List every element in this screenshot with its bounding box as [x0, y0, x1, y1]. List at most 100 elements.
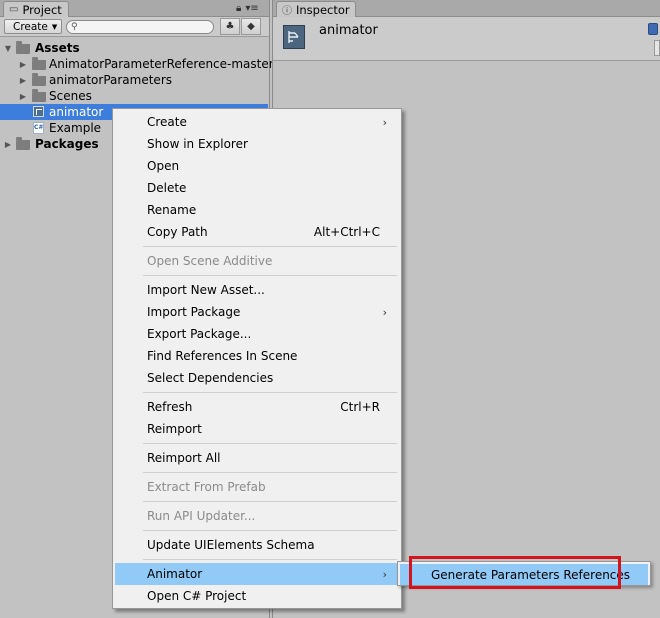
menu-item-label: Open Scene Additive — [147, 254, 273, 268]
menu-item-label: Copy Path — [147, 225, 208, 239]
tree-item-label: Packages — [35, 137, 99, 151]
menu-item-label: Import Package — [147, 305, 241, 319]
menu-item-label: Run API Updater... — [147, 509, 256, 523]
menu-item-label: Reimport — [147, 422, 202, 436]
foldout-collapsed-icon[interactable]: ▶ — [18, 76, 28, 85]
menu-item-animator[interactable]: Animator › — [115, 563, 399, 585]
filter-by-label-button[interactable]: ◆ — [241, 18, 261, 35]
menu-item-select-dependencies[interactable]: Select Dependencies — [115, 367, 399, 389]
foldout-collapsed-icon[interactable]: ▶ — [18, 92, 28, 101]
menu-item-label: Update UIElements Schema — [147, 538, 315, 552]
menu-item-update-uielements-schema[interactable]: Update UIElements Schema — [115, 534, 399, 556]
animator-controller-icon — [283, 25, 305, 49]
menu-item-open-csharp-project[interactable]: Open C# Project — [115, 585, 399, 607]
folder-icon — [16, 41, 30, 54]
menu-item-open-scene-additive: Open Scene Additive — [115, 250, 399, 272]
lock-icon[interactable]: 🔒︎ — [236, 3, 241, 14]
tab-menu-icon[interactable]: ▾≡ — [245, 3, 258, 14]
menu-separator — [143, 501, 397, 502]
tag-icon: ◆ — [247, 21, 255, 32]
shortcut-label: Ctrl+R — [340, 400, 380, 414]
shapes-icon: ♣ — [225, 21, 235, 32]
tree-item-label: animator — [49, 105, 104, 119]
menu-item-reimport[interactable]: Reimport — [115, 418, 399, 440]
tree-item-label: AnimatorParameterReference-master — [49, 57, 274, 71]
folder-icon — [32, 73, 46, 86]
tab-project[interactable]: ▭ Project — [3, 1, 69, 17]
info-icon: ⓘ — [282, 6, 292, 17]
menu-item-find-references[interactable]: Find References In Scene — [115, 345, 399, 367]
menu-item-create[interactable]: Create › — [115, 111, 399, 133]
filter-by-type-button[interactable]: ♣ — [220, 18, 240, 35]
search-input[interactable]: ⚲ — [66, 20, 214, 34]
menu-separator — [143, 246, 397, 247]
menu-item-label: Show in Explorer — [147, 137, 248, 151]
shortcut-label: Alt+Ctrl+C — [313, 225, 380, 239]
menu-item-label: Import New Asset... — [147, 283, 265, 297]
menu-separator — [143, 392, 397, 393]
foldout-expanded-icon[interactable]: ▼ — [3, 44, 13, 53]
menu-item-label: Select Dependencies — [147, 371, 274, 385]
foldout-collapsed-icon[interactable]: ▶ — [3, 140, 13, 149]
chevron-right-icon: › — [382, 115, 387, 129]
folder-icon: ▭ — [9, 4, 19, 15]
help-icon[interactable] — [648, 23, 658, 35]
menu-item-export-package[interactable]: Export Package... — [115, 323, 399, 345]
menu-item-label: Refresh — [147, 400, 193, 414]
menu-item-label: Export Package... — [147, 327, 252, 341]
chevron-right-icon: › — [382, 305, 387, 319]
menu-item-label: Open — [147, 159, 180, 173]
animator-controller-icon — [33, 106, 44, 117]
menu-item-label: Open C# Project — [147, 589, 247, 603]
menu-item-label: Extract From Prefab — [147, 480, 266, 494]
create-button-label: Create — [13, 20, 48, 33]
menu-item-import-package[interactable]: Import Package › — [115, 301, 399, 323]
menu-item-label: Animator — [147, 567, 203, 581]
menu-item-refresh[interactable]: Refresh Ctrl+R — [115, 396, 399, 418]
tab-tools: 🔒︎ ▾≡ — [236, 3, 259, 14]
context-menu: Create › Show in Explorer Open Delete Re… — [112, 108, 402, 609]
menu-item-label: Reimport All — [147, 451, 221, 465]
menu-separator — [143, 559, 397, 560]
tab-inspector[interactable]: ⓘ Inspector — [276, 1, 356, 17]
menu-item-label: Delete — [147, 181, 187, 195]
menu-separator — [143, 275, 397, 276]
tree-item-animatorparameters[interactable]: ▶ animatorParameters — [0, 72, 268, 88]
menu-item-label: Find References In Scene — [147, 349, 298, 363]
project-toolbar: Create ▼ ⚲ ♣ ◆ — [0, 17, 269, 37]
inspector-tab-strip: ⓘ Inspector — [273, 0, 660, 17]
menu-separator — [143, 472, 397, 473]
menu-item-delete[interactable]: Delete — [115, 177, 399, 199]
tree-item-label: Scenes — [49, 89, 92, 103]
settings-button[interactable] — [654, 40, 660, 56]
tab-inspector-label: Inspector — [296, 2, 350, 17]
menu-item-show-in-explorer[interactable]: Show in Explorer — [115, 133, 399, 155]
menu-item-label: Rename — [147, 203, 197, 217]
highlight-callout-box — [409, 556, 621, 589]
folder-icon — [32, 89, 46, 102]
menu-item-label: Create — [147, 115, 187, 129]
foldout-collapsed-icon[interactable]: ▶ — [18, 60, 28, 69]
folder-icon — [16, 137, 30, 150]
menu-item-extract-from-prefab: Extract From Prefab — [115, 476, 399, 498]
search-icon: ⚲ — [71, 22, 78, 32]
menu-item-rename[interactable]: Rename — [115, 199, 399, 221]
create-dropdown-button[interactable]: Create ▼ — [4, 19, 63, 34]
menu-item-copy-path[interactable]: Copy Path Alt+Ctrl+C — [115, 221, 399, 243]
tree-item-label: animatorParameters — [49, 73, 172, 87]
tree-item-scenes[interactable]: ▶ Scenes — [0, 88, 268, 104]
menu-separator — [143, 530, 397, 531]
tree-item-animatorparameterreference-master[interactable]: ▶ AnimatorParameterReference-master — [0, 56, 274, 72]
menu-item-run-api-updater: Run API Updater... — [115, 505, 399, 527]
menu-item-reimport-all[interactable]: Reimport All — [115, 447, 399, 469]
chevron-down-icon: ▼ — [51, 22, 58, 31]
menu-item-import-new-asset[interactable]: Import New Asset... — [115, 279, 399, 301]
tab-project-label: Project — [22, 2, 62, 17]
asset-name: animator — [319, 23, 378, 38]
tree-item-assets[interactable]: ▼ Assets — [0, 40, 268, 56]
menu-separator — [143, 443, 397, 444]
chevron-right-icon: › — [382, 567, 387, 581]
folder-icon — [32, 57, 46, 70]
menu-item-open[interactable]: Open — [115, 155, 399, 177]
project-tab-strip: ▭ Project 🔒︎ ▾≡ — [0, 0, 269, 17]
